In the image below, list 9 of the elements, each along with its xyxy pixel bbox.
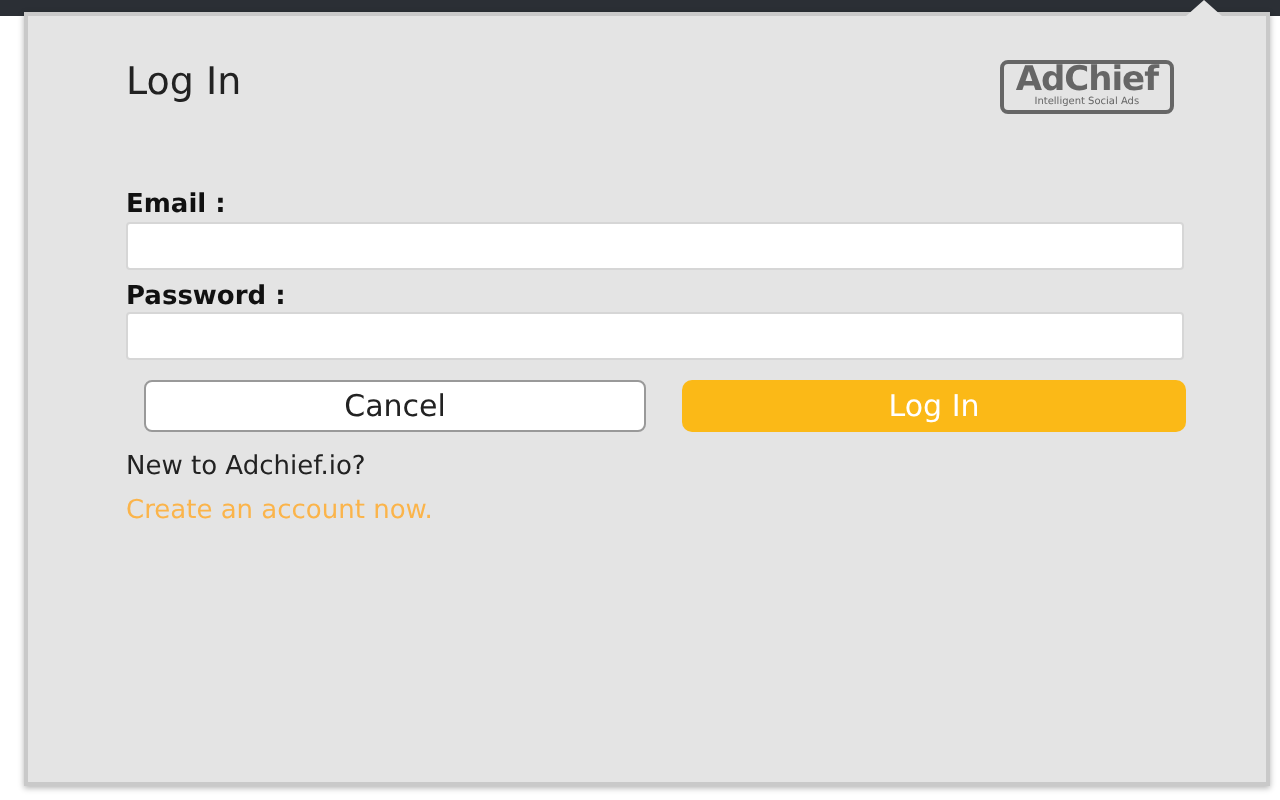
dialog-title: Log In [126,60,242,106]
field-label: Password : [126,281,288,313]
field-label: Email : [126,190,228,222]
signup-link[interactable]: Create an account now. [126,496,433,530]
signup-prompt: New to Adchief.io? [126,452,368,485]
input-field[interactable] [126,221,1184,270]
cancel-button[interactable]: Cancel [144,380,647,433]
input-field[interactable] [126,312,1184,361]
login-button[interactable]: Log In [682,380,1186,433]
